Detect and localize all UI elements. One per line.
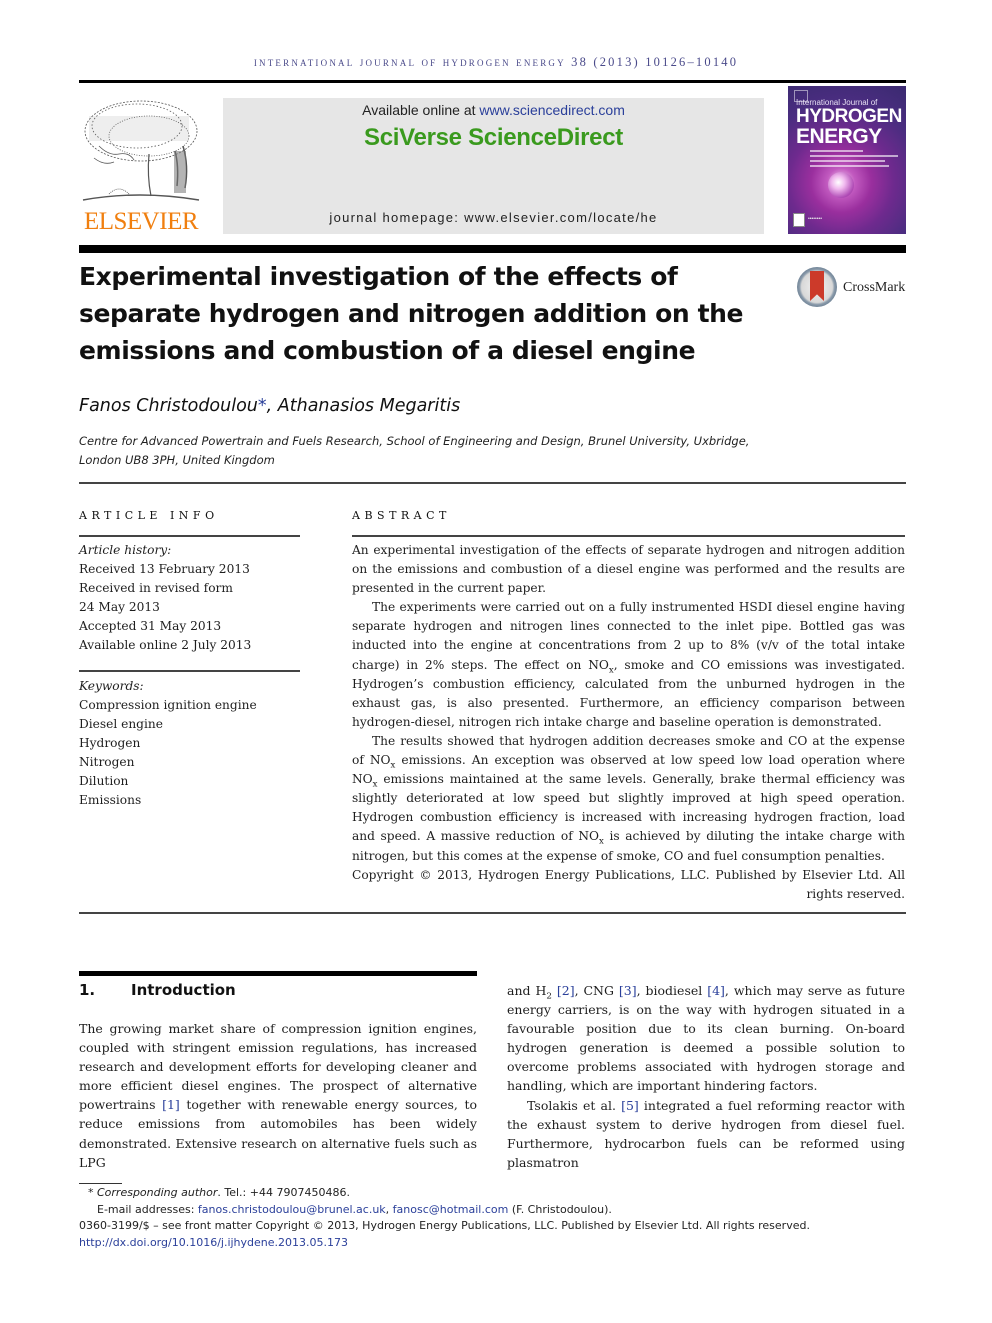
introduction-heading: 1. Introduction	[79, 981, 236, 999]
doi-link[interactable]: http://dx.doi.org/10.1016/j.ijhydene.201…	[79, 1236, 348, 1249]
header-rule	[79, 80, 906, 83]
affiliation-rule	[79, 482, 906, 484]
crossmark-label: CrossMark	[843, 280, 906, 295]
keyword: Compression ignition engine	[79, 698, 257, 712]
history-item: Accepted 31 May 2013	[79, 619, 222, 633]
keyword: Emissions	[79, 793, 142, 807]
journal-cover-image[interactable]: International Journal of HYDROGEN ENERGY…	[788, 86, 906, 234]
sciencedirect-banner: Available online at www.sciencedirect.co…	[223, 98, 764, 234]
crossmark-button[interactable]: CrossMark	[797, 267, 912, 309]
body-paragraph: The growing market share of compression …	[79, 1021, 477, 1170]
cover-orb-graphic	[828, 172, 854, 198]
history-item: Received in revised form	[79, 581, 233, 595]
abstract-paragraph: The results showed that hydrogen additio…	[352, 733, 905, 863]
sciverse-sciencedirect-logo[interactable]: SciVerse ScienceDirect	[223, 124, 764, 152]
reference-link[interactable]: [2]	[557, 983, 575, 998]
email-link[interactable]: fanosc@hotmail.com	[393, 1203, 509, 1216]
issn-copyright-line: 0360-3199/$ – see front matter Copyright…	[79, 1219, 810, 1232]
footnote-rule	[79, 1183, 122, 1184]
article-history: Article history: Received 13 February 20…	[79, 541, 304, 655]
available-online-text: Available online at www.sciencedirect.co…	[362, 102, 625, 118]
email-note: E-mail addresses: fanos.christodoulou@br…	[97, 1202, 612, 1216]
cover-title-line3: ENERGY	[796, 125, 882, 148]
author-name: Athanasios Megaritis	[277, 396, 461, 416]
corresponding-author-marker[interactable]: *	[258, 396, 267, 416]
abstract-copyright: Copyright © 2013, Hydrogen Energy Public…	[352, 867, 905, 901]
cover-sciverse-mark: ••••••••	[808, 216, 823, 222]
introduction-left-column: The growing market share of compression …	[79, 1019, 477, 1172]
abstract-body: An experimental investigation of the eff…	[352, 541, 905, 904]
article-info-heading: ARTICLE INFO	[79, 509, 219, 522]
email-link[interactable]: fanos.christodoulou@brunel.ac.uk	[198, 1203, 386, 1216]
abstract-rule	[352, 535, 905, 537]
abstract-paragraph: An experimental investigation of the eff…	[352, 543, 905, 596]
introduction-right-column: and H2 [2], CNG [3], biodiesel [4], whic…	[507, 981, 905, 1172]
abstract-heading: ABSTRACT	[352, 509, 451, 522]
abstract-end-rule	[79, 912, 906, 914]
author-list: Fanos Christodoulou*, Athanasios Megarit…	[79, 396, 461, 416]
journal-homepage-link[interactable]: journal homepage: www.elsevier.com/locat…	[223, 210, 764, 225]
sciencedirect-link[interactable]: www.sciencedirect.com	[479, 102, 625, 118]
reference-link[interactable]: [3]	[619, 983, 637, 998]
keywords-rule	[79, 670, 300, 672]
history-item: Available online 2 July 2013	[79, 638, 252, 652]
history-item: 24 May 2013	[79, 600, 160, 614]
elsevier-tree-icon	[82, 100, 200, 201]
keywords-list: Keywords: Compression ignition engine Di…	[79, 677, 304, 810]
reference-link[interactable]: [4]	[707, 983, 725, 998]
body-paragraph: Tsolakis et al. [5] integrated a fuel re…	[507, 1097, 905, 1170]
article-info-rule	[79, 535, 300, 537]
body-paragraph: and H2 [2], CNG [3], biodiesel [4], whic…	[507, 983, 905, 1094]
introduction-rule	[79, 971, 477, 976]
keyword: Hydrogen	[79, 736, 141, 750]
abstract-paragraph: The experiments were carried out on a fu…	[352, 600, 905, 729]
article-title: Experimental investigation of the effect…	[79, 262, 744, 365]
cover-editors-text	[810, 150, 898, 170]
author-name: Fanos Christodoulou	[79, 396, 258, 416]
cover-title-line2: HYDROGEN	[796, 106, 902, 127]
corresponding-author-note: * Corresponding author. Tel.: +44 790745…	[88, 1186, 350, 1199]
reference-link[interactable]: [5]	[621, 1098, 639, 1113]
reference-link[interactable]: [1]	[162, 1097, 180, 1112]
keyword: Diesel engine	[79, 717, 163, 731]
cover-badge-icon	[793, 213, 805, 227]
elsevier-logo[interactable]: ELSEVIER	[79, 96, 203, 236]
footnotes: * Corresponding author. Tel.: +44 790745…	[79, 1185, 909, 1251]
keyword: Dilution	[79, 774, 129, 788]
keyword: Nitrogen	[79, 755, 135, 769]
title-rule	[79, 245, 906, 253]
elsevier-wordmark: ELSEVIER	[83, 208, 199, 235]
history-item: Received 13 February 2013	[79, 562, 250, 576]
journal-running-header: International Journal of Hydrogen Energy…	[253, 55, 739, 69]
affiliation: Centre for Advanced Powertrain and Fuels…	[79, 434, 750, 467]
